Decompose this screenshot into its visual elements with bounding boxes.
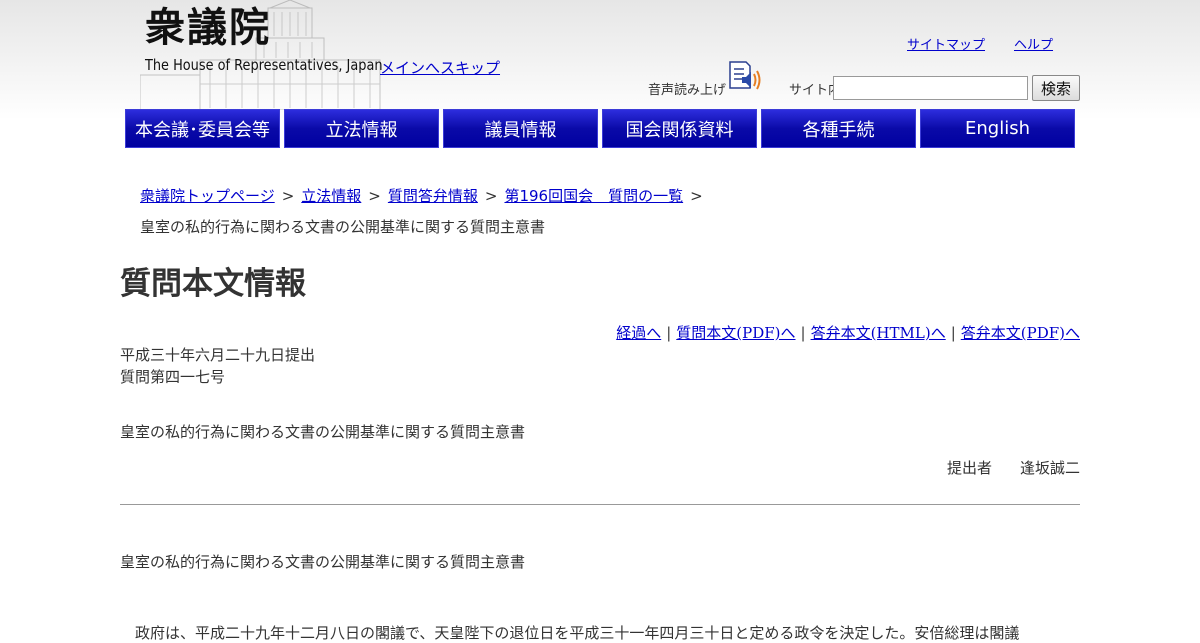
question-pdf-link[interactable]: 質問本文(PDF)へ: [676, 324, 795, 342]
breadcrumb-separator: >: [690, 187, 703, 205]
nav-plenary[interactable]: 本会議･委員会等: [125, 109, 280, 148]
question-number: 質問第四一七号: [120, 368, 226, 386]
link-separator: |: [800, 324, 806, 342]
search-input[interactable]: [833, 76, 1028, 100]
answer-html-link[interactable]: 答弁本文(HTML)へ: [811, 324, 946, 342]
breadcrumb-top[interactable]: 衆議院トップページ: [140, 187, 275, 205]
search-label: サイト内検索: [789, 83, 833, 98]
breadcrumb-separator: >: [281, 187, 295, 205]
breadcrumb-session-list[interactable]: 第196回国会 質問の一覧: [504, 187, 683, 205]
speech-label[interactable]: 音声読み上げ: [648, 79, 726, 98]
logo-english[interactable]: The House of Representatives, Japan: [145, 56, 383, 74]
breadcrumb-questions[interactable]: 質問答弁情報: [388, 187, 478, 205]
nav-diet-materials[interactable]: 国会関係資料: [602, 109, 757, 148]
help-link[interactable]: ヘルプ: [1014, 34, 1053, 53]
question-title: 皇室の私的行為に関わる文書の公開基準に関する質問主意書: [120, 423, 526, 441]
document-links: 経過へ | 質問本文(PDF)へ | 答弁本文(HTML)へ | 答弁本文(PDF)へ: [616, 322, 1080, 343]
breadcrumb-current: 皇室の私的行為に関わる文書の公開基準に関する質問主意書: [140, 218, 546, 236]
nav-procedures[interactable]: 各種手続: [761, 109, 916, 148]
breadcrumb: 衆議院トップページ > 立法情報 > 質問答弁情報 > 第196回国会 質問の一覧 >: [140, 185, 710, 206]
sitemap-link[interactable]: サイトマップ: [907, 34, 985, 53]
search-button[interactable]: 検索: [1032, 75, 1080, 101]
submitter-label: 提出者: [946, 459, 992, 477]
logo-kanji[interactable]: 衆議院: [145, 8, 271, 48]
link-separator: |: [666, 324, 672, 342]
nav-legislation[interactable]: 立法情報: [284, 109, 439, 148]
page-title: 質問本文情報: [120, 266, 306, 302]
submitter-name: 逢坂誠二: [1019, 459, 1080, 477]
answer-pdf-link[interactable]: 答弁本文(PDF)へ: [961, 324, 1080, 342]
speaker-icon[interactable]: [728, 60, 762, 92]
link-separator: |: [950, 324, 956, 342]
submitter: 提出者 逢坂誠二: [947, 457, 1080, 478]
breadcrumb-legislation[interactable]: 立法情報: [301, 187, 361, 205]
breadcrumb-separator: >: [368, 187, 381, 205]
body-title: 皇室の私的行為に関わる文書の公開基準に関する質問主意書: [120, 553, 526, 571]
divider: [120, 504, 1080, 505]
nav-members[interactable]: 議員情報: [443, 109, 598, 148]
nav-english[interactable]: English: [920, 109, 1075, 148]
breadcrumb-separator: >: [484, 187, 498, 205]
skip-to-main-link[interactable]: メインへスキップ: [380, 57, 500, 78]
submission-date: 平成三十年六月二十九日提出: [120, 346, 316, 364]
body-first-line: 政府は、平成二十九年十二月八日の閣議で、天皇陛下の退位日を平成三十一年四月三十日…: [120, 624, 1020, 642]
progress-link[interactable]: 経過へ: [616, 324, 661, 342]
